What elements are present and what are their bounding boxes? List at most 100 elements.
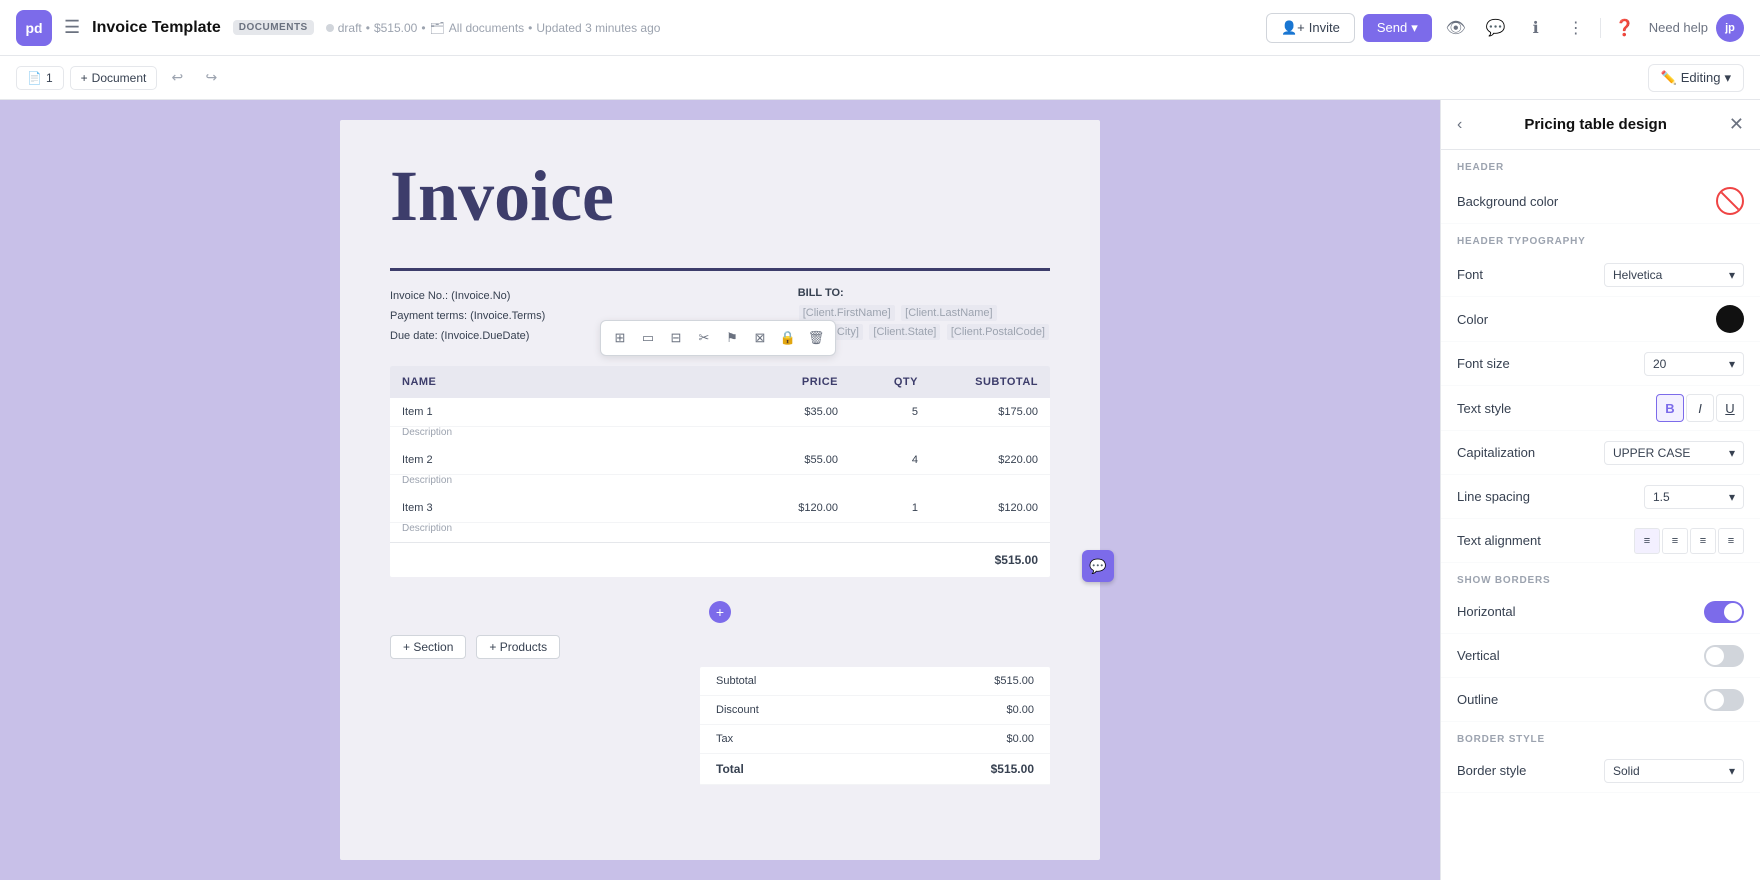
ft-align-btn[interactable]: ⊞ — [607, 325, 633, 351]
add-section-button[interactable]: + Section — [390, 635, 466, 659]
border-style-dropdown[interactable]: Solid ▾ — [1604, 759, 1744, 783]
font-row: Font Helvetica ▾ — [1441, 253, 1760, 297]
pages-button[interactable]: 📄 1 — [16, 66, 64, 90]
ft-flag-btn[interactable]: ⚑ — [719, 325, 745, 351]
editing-chevron: ▾ — [1724, 70, 1731, 86]
row3-subtotal: $120.00 — [930, 494, 1050, 522]
horizontal-row: Horizontal — [1441, 590, 1760, 634]
toolbar-left: 📄 1 + Document ↩ ↪ — [16, 64, 225, 92]
toolbar-right: ✏️ Editing ▾ — [1648, 64, 1744, 92]
doc-location: All documents — [449, 21, 524, 35]
capitalization-dropdown[interactable]: UPPER CASE ▾ — [1604, 441, 1744, 465]
canvas-area: Invoice Invoice No.: (Invoice.No) Paymen… — [0, 100, 1440, 880]
underline-button[interactable]: U — [1716, 394, 1744, 422]
align-center-button[interactable]: ≡ — [1662, 528, 1688, 554]
bold-button[interactable]: B — [1656, 394, 1684, 422]
invoice-meta-left: Invoice No.: (Invoice.No) Payment terms:… — [390, 287, 545, 346]
font-size-dropdown[interactable]: 20 ▾ — [1644, 352, 1744, 376]
cap-chevron: ▾ — [1729, 446, 1735, 460]
row1-subtotal: $175.00 — [930, 398, 1050, 426]
header-price: PRICE — [730, 366, 850, 398]
ft-layout-btn[interactable]: ⊠ — [747, 325, 773, 351]
header-typography-label: HEADER TYPOGRAPHY — [1441, 224, 1760, 253]
discount-label: Discount — [716, 704, 759, 716]
panel-header: ‹ Pricing table design ✕ — [1441, 100, 1760, 150]
color-label: Color — [1457, 312, 1716, 327]
horizontal-toggle[interactable] — [1704, 601, 1744, 623]
border-style-chevron: ▾ — [1729, 764, 1735, 778]
row2-qty: 4 — [850, 446, 930, 474]
doc-separator2: • — [421, 21, 425, 35]
add-document-button[interactable]: + Document — [70, 66, 158, 90]
comment-float-button[interactable]: 💬 — [1082, 550, 1114, 582]
editing-button[interactable]: ✏️ Editing ▾ — [1648, 64, 1744, 92]
font-size-value: 20 — [1653, 357, 1666, 371]
font-size-label: Font size — [1457, 356, 1644, 371]
doc-price: $515.00 — [374, 21, 417, 35]
panel-close-button[interactable]: ✕ — [1729, 114, 1744, 135]
pricing-table: NAME PRICE QTY SUBTOTAL Item 1 $35.00 5 … — [390, 366, 1050, 577]
preview-button[interactable]: 👁 — [1440, 12, 1472, 44]
redo-button[interactable]: ↪ — [197, 64, 225, 92]
align-justify-button[interactable]: ≡ — [1718, 528, 1744, 554]
separator-line — [1600, 18, 1601, 38]
bill-to-label: BILL TO: — [798, 287, 1050, 299]
main: Invoice Invoice No.: (Invoice.No) Paymen… — [0, 100, 1760, 880]
total-summary-value: $515.00 — [991, 762, 1034, 776]
header-name: NAME — [390, 366, 730, 398]
alignment-group: ≡ ≡ ≡ ≡ — [1634, 528, 1744, 554]
vertical-toggle[interactable] — [1704, 645, 1744, 667]
add-products-button[interactable]: + Products — [476, 635, 560, 659]
table-row: Item 3 $120.00 1 $120.00 — [390, 494, 1050, 523]
bg-color-swatch[interactable] — [1716, 187, 1744, 215]
toolbar: 📄 1 + Document ↩ ↪ ✏️ Editing ▾ — [0, 56, 1760, 100]
info-button[interactable]: ℹ — [1520, 12, 1552, 44]
client-postal: [Client.PostalCode] — [947, 324, 1049, 340]
border-style-value: Solid — [1613, 764, 1640, 778]
table-header: NAME PRICE QTY SUBTOTAL — [390, 366, 1050, 398]
doc-header: Invoice — [340, 120, 1100, 268]
align-left-button[interactable]: ≡ — [1634, 528, 1660, 554]
ft-grid-btn[interactable]: ⊟ — [663, 325, 689, 351]
comment-button[interactable]: 💬 — [1480, 12, 1512, 44]
send-button[interactable]: Send ▾ — [1363, 14, 1432, 42]
doc-badge: DOCUMENTS — [233, 20, 314, 35]
hamburger-icon[interactable]: ☰ — [64, 17, 80, 38]
client-state: [Client.State] — [869, 324, 940, 340]
italic-button[interactable]: I — [1686, 394, 1714, 422]
ft-cut-btn[interactable]: ✂ — [691, 325, 717, 351]
add-middle-button[interactable]: + — [709, 601, 731, 623]
invite-button[interactable]: 👤+ Invite — [1266, 13, 1355, 43]
more-button[interactable]: ⋮ — [1560, 12, 1592, 44]
font-dropdown[interactable]: Helvetica ▾ — [1604, 263, 1744, 287]
outline-toggle[interactable] — [1704, 689, 1744, 711]
ft-columns-btn[interactable]: ▭ — [635, 325, 661, 351]
panel-title: Pricing table design — [1470, 116, 1721, 133]
font-chevron: ▾ — [1729, 268, 1735, 282]
font-label: Font — [1457, 267, 1604, 282]
undo-button[interactable]: ↩ — [163, 64, 191, 92]
capitalization-label: Capitalization — [1457, 445, 1604, 460]
folder-icon: 🗂 — [430, 21, 445, 35]
line-spacing-dropdown[interactable]: 1.5 ▾ — [1644, 485, 1744, 509]
ft-lock-btn[interactable]: 🔒 — [775, 325, 801, 351]
align-right-button[interactable]: ≡ — [1690, 528, 1716, 554]
invite-icon: 👤+ — [1281, 20, 1305, 36]
subtotal-label: Subtotal — [716, 675, 756, 687]
ft-delete-btn[interactable]: 🗑 — [803, 325, 829, 351]
vertical-row: Vertical — [1441, 634, 1760, 678]
client-firstname: [Client.FirstName] — [799, 305, 895, 321]
tax-label: Tax — [716, 733, 733, 745]
doc-page: Invoice Invoice No.: (Invoice.No) Paymen… — [340, 120, 1100, 860]
invoice-no: Invoice No.: (Invoice.No) — [390, 287, 545, 307]
panel-back-button[interactable]: ‹ — [1457, 116, 1462, 134]
doc-meta: draft • $515.00 • 🗂 All documents • Upda… — [326, 21, 661, 35]
client-lastname: [Client.LastName] — [901, 305, 996, 321]
font-size-row: Font size 20 ▾ — [1441, 342, 1760, 386]
table-row: Item 1 $35.00 5 $175.00 — [390, 398, 1050, 427]
help-button[interactable]: ❓ — [1609, 12, 1641, 44]
outline-label: Outline — [1457, 692, 1704, 707]
discount-row: Discount $0.00 — [700, 696, 1050, 725]
row1-price: $35.00 — [730, 398, 850, 426]
font-color-swatch[interactable] — [1716, 305, 1744, 333]
